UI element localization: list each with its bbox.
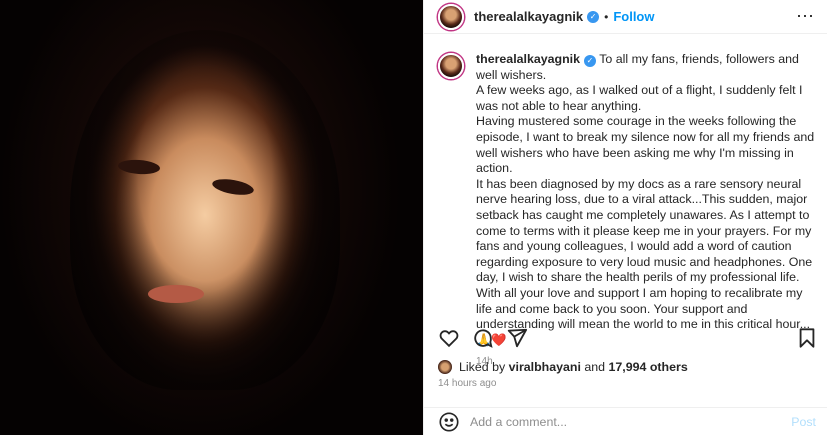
- likes-count[interactable]: 17,994 others: [609, 360, 688, 374]
- post-header: therealalkayagnik ✓ • Follow ⋯: [424, 0, 827, 34]
- photo-lips: [148, 285, 204, 303]
- caption-username[interactable]: therealalkayagnik: [476, 52, 580, 66]
- caption-line-2: A few weeks ago, as I walked out of a fl…: [476, 83, 803, 113]
- bookmark-icon[interactable]: [796, 327, 818, 349]
- likes-summary: Liked by viralbhayani and 17,994 others: [438, 360, 688, 374]
- post-side-panel: therealalkayagnik ✓ • Follow ⋯ therealal…: [423, 0, 827, 435]
- caption-line-3: Having mustered some courage in the week…: [476, 114, 815, 176]
- post-comment-button[interactable]: Post: [791, 415, 816, 429]
- comment-icon[interactable]: [472, 327, 494, 349]
- verified-badge-icon: ✓: [587, 10, 600, 23]
- follow-button[interactable]: Follow: [613, 9, 654, 24]
- separator-dot: •: [604, 9, 609, 24]
- emoji-icon[interactable]: [438, 411, 460, 433]
- comment-bar: Post: [424, 407, 827, 435]
- more-options-icon[interactable]: ⋯: [796, 6, 815, 27]
- caption-verified-badge-icon: ✓: [584, 54, 597, 67]
- caption-avatar[interactable]: [438, 53, 464, 79]
- comment-input[interactable]: [470, 414, 792, 429]
- liked-by-and: and: [584, 360, 606, 374]
- liker-avatar[interactable]: [438, 360, 452, 374]
- action-bar: [438, 325, 818, 351]
- header-username[interactable]: therealalkayagnik: [474, 9, 583, 24]
- avatar[interactable]: [438, 3, 464, 30]
- share-icon[interactable]: [506, 327, 528, 349]
- heart-icon[interactable]: [438, 327, 460, 349]
- caption-line-4: It has been diagnosed by my docs as a ra…: [476, 176, 813, 347]
- photo-hair-shade: [70, 30, 340, 390]
- caption: therealalkayagnik ✓ To all my fans, frien…: [438, 52, 818, 370]
- caption-body: therealalkayagnik ✓ To all my fans, frien…: [476, 52, 818, 370]
- liked-by-prefix: Liked by: [459, 360, 506, 374]
- post-photo[interactable]: [0, 0, 423, 435]
- liked-by-user[interactable]: viralbhayani: [509, 360, 581, 374]
- post-timestamp[interactable]: 14 hours ago: [438, 378, 496, 389]
